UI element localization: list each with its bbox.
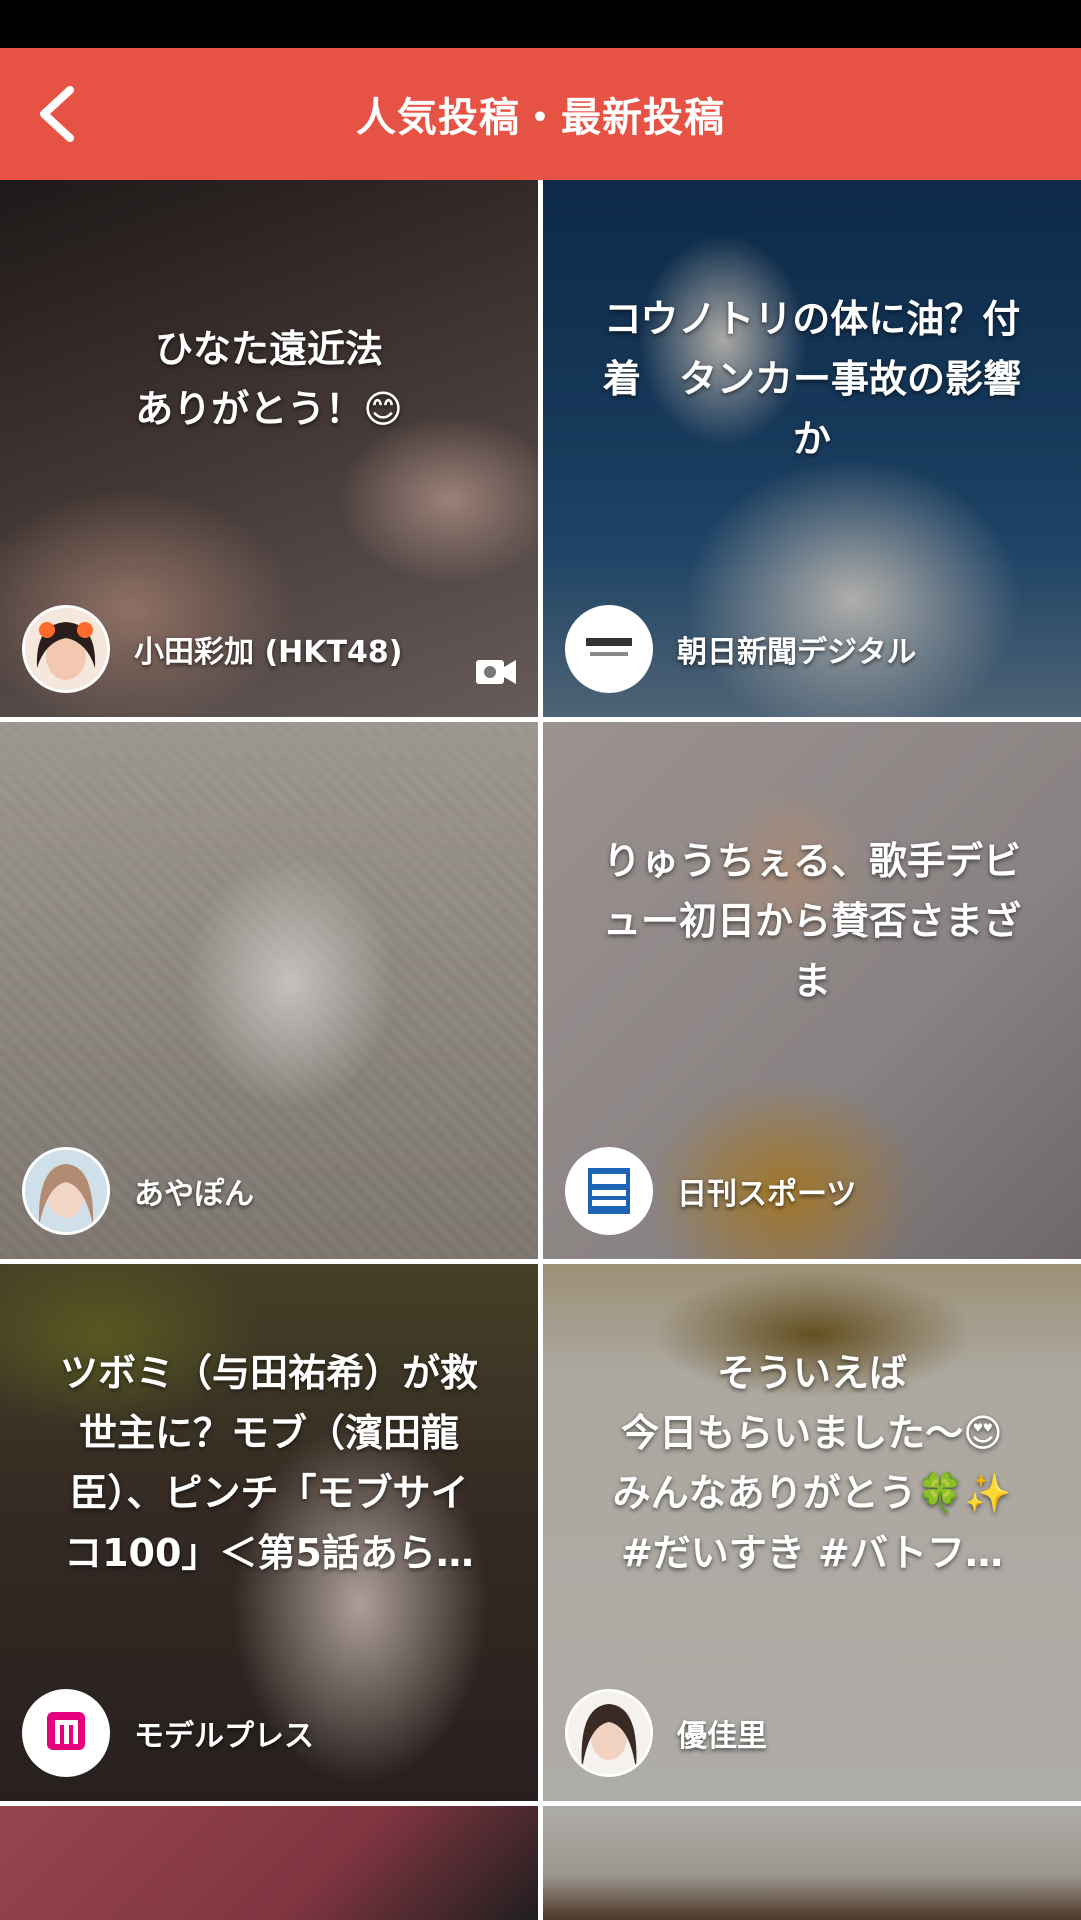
avatar[interactable] (22, 1147, 110, 1235)
image-overlay (0, 1806, 538, 1920)
avatar[interactable] (22, 605, 110, 693)
author-name: 朝日新聞デジタル (677, 635, 917, 670)
image-overlay (543, 1806, 1081, 1920)
avatar[interactable] (565, 605, 653, 693)
avatar[interactable] (565, 1689, 653, 1777)
post-author[interactable]: 優佳里 (565, 1687, 767, 1779)
post-card[interactable]: あやぽん (0, 722, 538, 1259)
avatar[interactable] (565, 1147, 653, 1235)
post-card[interactable]: コウノトリの体に油？付 着 タンカー事故の影響 か 朝日新聞デジタル (543, 180, 1081, 717)
post-card[interactable] (543, 1806, 1081, 1920)
post-caption: ツボミ（与田祐希）が救 世主に？モブ（濱田龍 臣）、ピンチ「モブサイ コ100」… (59, 1350, 478, 1575)
author-name: 日刊スポーツ (677, 1177, 857, 1212)
post-card[interactable]: そういえば 今日もらいました〜😍 みんなありがとう🍀✨ #だいすき #バトフ… … (543, 1264, 1081, 1801)
back-button[interactable] (24, 78, 96, 150)
page-title: 人気投稿・最新投稿 (356, 95, 725, 141)
author-name: モデルプレス (134, 1719, 314, 1754)
post-card[interactable]: ひなた遠近法 ありがとう！😊 小田彩加 (HKT48) (0, 180, 538, 717)
status-bar (0, 0, 1081, 48)
author-name: 優佳里 (677, 1719, 767, 1754)
post-card[interactable]: りゅうちぇる、歌手デビ ュー初日から賛否さまざ ま 日刊スポーツ (543, 722, 1081, 1259)
post-author[interactable]: 日刊スポーツ (565, 1145, 856, 1237)
chevron-left-icon (40, 86, 74, 142)
post-author[interactable]: 朝日新聞デジタル (565, 603, 916, 695)
post-card[interactable]: ツボミ（与田祐希）が救 世主に？モブ（濱田龍 臣）、ピンチ「モブサイ コ100」… (0, 1264, 538, 1801)
post-card[interactable] (0, 1806, 538, 1920)
post-author[interactable]: モデルプレス (22, 1687, 314, 1779)
post-caption (40, 722, 498, 1119)
post-author[interactable]: あやぽん (22, 1145, 254, 1237)
author-name: 小田彩加 (HKT48) (134, 635, 403, 670)
app-header: 人気投稿・最新投稿 (0, 48, 1081, 180)
post-caption: コウノトリの体に油？付 着 タンカー事故の影響 か (602, 296, 1021, 461)
post-grid: ひなた遠近法 ありがとう！😊 小田彩加 (HKT48) コウノトリの体に油？付 … (0, 180, 1081, 1920)
author-name: あやぽん (134, 1177, 254, 1212)
post-author[interactable]: 小田彩加 (HKT48) (22, 603, 402, 695)
avatar[interactable] (22, 1689, 110, 1777)
post-caption: そういえば 今日もらいました〜😍 みんなありがとう🍀✨ #だいすき #バトフ… (612, 1350, 1012, 1575)
post-caption: りゅうちぇる、歌手デビ ュー初日から賛否さまざ ま (602, 838, 1021, 1003)
post-caption: ひなた遠近法 ありがとう！😊 (135, 326, 403, 431)
video-camera-icon (476, 660, 516, 684)
